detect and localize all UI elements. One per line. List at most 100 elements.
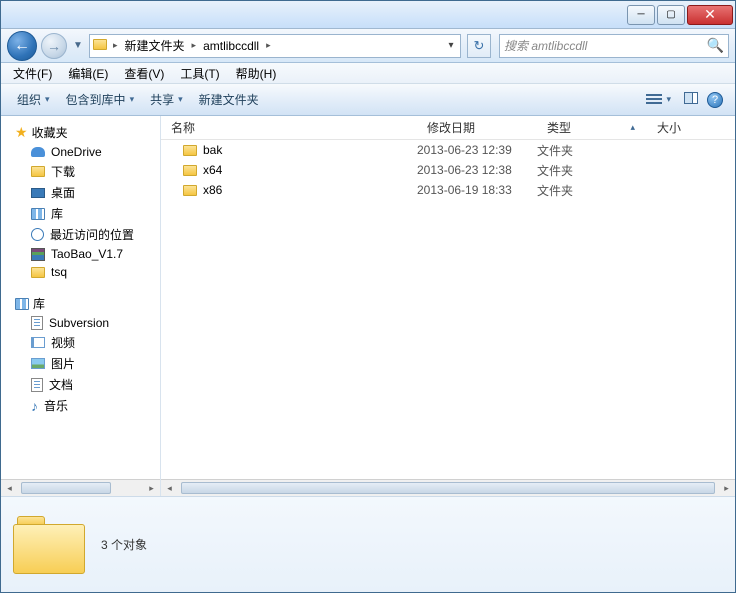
file-row[interactable]: x64 2013-06-23 12:38 文件夹 — [161, 160, 735, 180]
column-name[interactable]: 名称 — [161, 119, 417, 136]
file-type: 文件夹 — [537, 162, 647, 179]
breadcrumb-arrow-icon[interactable]: ▸ — [263, 40, 274, 51]
folder-icon — [90, 39, 110, 53]
file-type: 文件夹 — [537, 182, 647, 199]
minimize-button[interactable]: ─ — [627, 5, 655, 25]
file-list-pane: 名称 修改日期 类型▴ 大小 bak 2013-06-23 12:39 文件夹 … — [161, 116, 735, 496]
library-icon — [15, 298, 29, 310]
sidebar-item-libraries[interactable]: 库 — [1, 203, 160, 224]
chevron-down-icon: ▾ — [178, 94, 183, 105]
document-icon — [31, 378, 43, 392]
file-rows: bak 2013-06-23 12:39 文件夹 x64 2013-06-23 … — [161, 140, 735, 479]
sidebar-item-music[interactable]: ♪音乐 — [1, 395, 160, 416]
chevron-down-icon: ▾ — [130, 94, 135, 105]
scroll-thumb[interactable] — [21, 482, 111, 494]
video-icon — [31, 337, 45, 348]
scroll-left-button[interactable]: ◂ — [1, 480, 18, 496]
include-in-library-button[interactable]: 包含到库中▾ — [58, 91, 143, 108]
favorites-header[interactable]: ★收藏夹 — [1, 122, 160, 143]
file-name: x64 — [203, 163, 222, 177]
file-name: bak — [203, 143, 222, 157]
file-name: x86 — [203, 183, 222, 197]
refresh-button[interactable]: ↻ — [467, 34, 491, 58]
scroll-right-button[interactable]: ▸ — [143, 480, 160, 496]
preview-pane-button[interactable] — [679, 92, 703, 107]
sidebar-item-desktop[interactable]: 桌面 — [1, 182, 160, 203]
file-date: 2013-06-23 12:38 — [417, 163, 537, 177]
help-button[interactable]: ? — [703, 92, 727, 108]
file-date: 2013-06-19 18:33 — [417, 183, 537, 197]
file-list-scrollbar[interactable]: ◂ ▸ — [161, 479, 735, 496]
status-text: 3 个对象 — [101, 536, 147, 553]
nav-forward-button[interactable]: → — [41, 33, 67, 59]
menu-view[interactable]: 查看(V) — [116, 65, 172, 82]
document-icon — [31, 316, 43, 330]
folder-icon — [183, 145, 197, 156]
search-icon[interactable]: 🔍 — [707, 37, 724, 54]
address-bar[interactable]: ▸ 新建文件夹 ▸ amtlibccdll ▸ ▾ — [89, 34, 461, 58]
maximize-button[interactable]: ▢ — [657, 5, 685, 25]
recent-icon — [31, 228, 44, 241]
folder-large-icon — [13, 516, 85, 574]
sidebar-item-subversion[interactable]: Subversion — [1, 314, 160, 332]
folder-icon — [183, 185, 197, 196]
nav-history-dropdown[interactable]: ▼ — [71, 40, 85, 51]
scroll-left-button[interactable]: ◂ — [161, 480, 178, 496]
titlebar: ─ ▢ ✕ — [1, 1, 735, 29]
close-button[interactable]: ✕ — [687, 5, 733, 25]
column-size[interactable]: 大小 — [647, 119, 735, 136]
details-pane: 3 个对象 — [1, 496, 735, 592]
sidebar-item-videos[interactable]: 视频 — [1, 332, 160, 353]
navigation-bar: ← → ▼ ▸ 新建文件夹 ▸ amtlibccdll ▸ ▾ ↻ 搜索 amt… — [1, 29, 735, 63]
file-row[interactable]: bak 2013-06-23 12:39 文件夹 — [161, 140, 735, 160]
search-input[interactable]: 搜索 amtlibccdll 🔍 — [499, 34, 729, 58]
chevron-down-icon: ▾ — [666, 94, 671, 105]
desktop-icon — [31, 188, 45, 198]
column-date[interactable]: 修改日期 — [417, 119, 537, 136]
sidebar-item-pictures[interactable]: 图片 — [1, 353, 160, 374]
menu-bar: 文件(F) 编辑(E) 查看(V) 工具(T) 帮助(H) — [1, 63, 735, 84]
music-icon: ♪ — [31, 398, 38, 414]
folder-icon — [31, 166, 45, 177]
sidebar-item-onedrive[interactable]: OneDrive — [1, 143, 160, 161]
scroll-thumb[interactable] — [181, 482, 715, 494]
nav-back-button[interactable]: ← — [7, 31, 37, 61]
sidebar-item-downloads[interactable]: 下载 — [1, 161, 160, 182]
address-dropdown-button[interactable]: ▾ — [442, 40, 460, 51]
column-headers: 名称 修改日期 类型▴ 大小 — [161, 116, 735, 140]
scroll-right-button[interactable]: ▸ — [718, 480, 735, 496]
sidebar-item-documents[interactable]: 文档 — [1, 374, 160, 395]
view-list-icon — [646, 94, 662, 106]
menu-edit[interactable]: 编辑(E) — [60, 65, 116, 82]
file-date: 2013-06-23 12:39 — [417, 143, 537, 157]
search-placeholder: 搜索 amtlibccdll — [504, 37, 587, 54]
sidebar-item-recent[interactable]: 最近访问的位置 — [1, 224, 160, 245]
library-icon — [31, 208, 45, 220]
sidebar-item-tsq[interactable]: tsq — [1, 263, 160, 281]
new-folder-button[interactable]: 新建文件夹 — [191, 91, 267, 108]
share-button[interactable]: 共享▾ — [142, 91, 191, 108]
menu-tools[interactable]: 工具(T) — [172, 65, 227, 82]
picture-icon — [31, 358, 45, 369]
sort-indicator-icon: ▴ — [630, 122, 635, 133]
star-icon: ★ — [15, 124, 28, 141]
chevron-down-icon: ▾ — [45, 94, 50, 105]
libraries-header[interactable]: 库 — [1, 293, 160, 314]
menu-help[interactable]: 帮助(H) — [228, 65, 285, 82]
file-row[interactable]: x86 2013-06-19 18:33 文件夹 — [161, 180, 735, 200]
sidebar-item-taobao[interactable]: TaoBao_V1.7 — [1, 245, 160, 263]
command-bar: 组织▾ 包含到库中▾ 共享▾ 新建文件夹 ▾ ? — [1, 84, 735, 116]
organize-button[interactable]: 组织▾ — [9, 91, 58, 108]
breadcrumb-arrow-icon[interactable]: ▸ — [110, 40, 121, 51]
column-type[interactable]: 类型▴ — [537, 119, 647, 136]
breadcrumb-arrow-icon[interactable]: ▸ — [189, 40, 200, 51]
breadcrumb-segment[interactable]: 新建文件夹 — [121, 37, 189, 54]
folder-icon — [183, 165, 197, 176]
explorer-window: ─ ▢ ✕ ← → ▼ ▸ 新建文件夹 ▸ amtlibccdll ▸ ▾ ↻ … — [0, 0, 736, 593]
sidebar-scrollbar[interactable]: ◂ ▸ — [1, 479, 160, 496]
menu-file[interactable]: 文件(F) — [5, 65, 60, 82]
file-type: 文件夹 — [537, 142, 647, 159]
view-options-button[interactable]: ▾ — [638, 94, 679, 106]
content-area: ★收藏夹 OneDrive 下载 桌面 库 最近访问的位置 TaoBao_V1.… — [1, 116, 735, 496]
breadcrumb-segment[interactable]: amtlibccdll — [199, 39, 263, 53]
